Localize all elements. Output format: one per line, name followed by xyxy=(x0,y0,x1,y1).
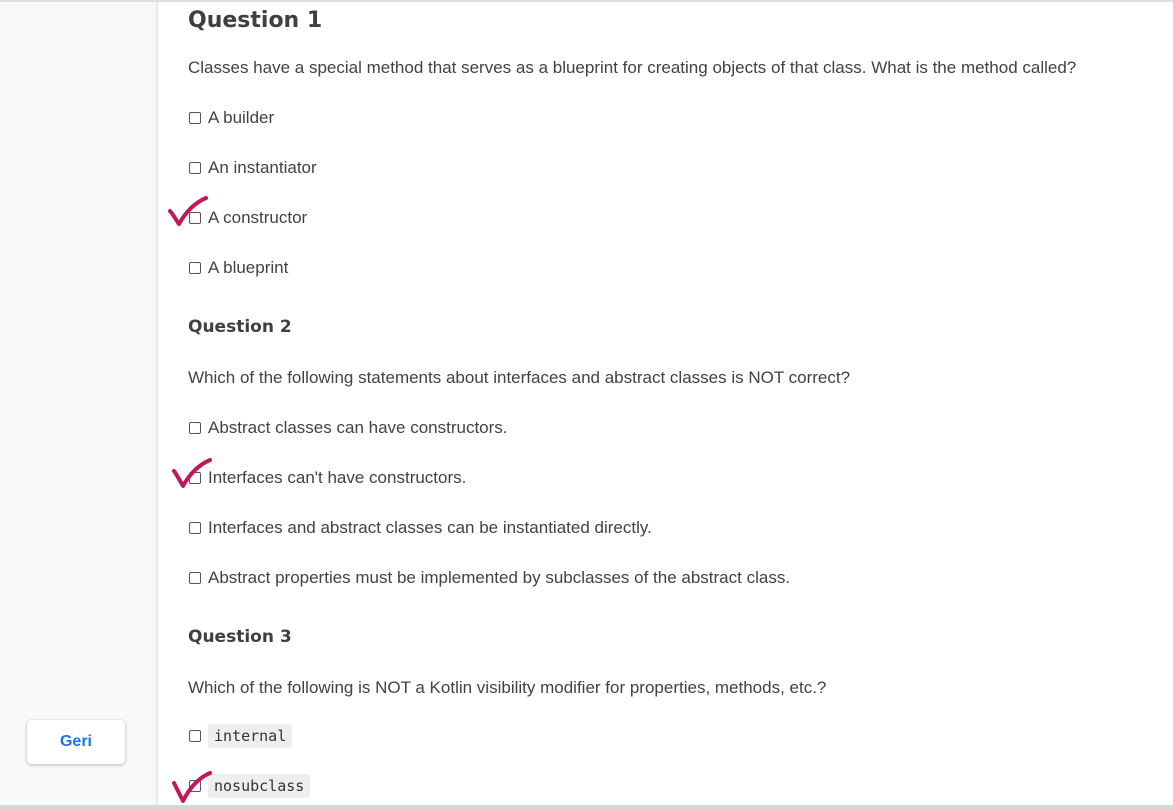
question-2-text: Which of the following statements about … xyxy=(188,368,851,387)
option-code-label: nosubclass xyxy=(208,774,311,798)
option-label: A constructor xyxy=(208,208,308,227)
bottom-border xyxy=(0,805,1173,810)
checkbox-icon[interactable] xyxy=(189,112,201,124)
checkbox-icon[interactable] xyxy=(189,262,201,274)
question-3-option-1[interactable]: internal xyxy=(189,724,293,748)
question-1-option-1[interactable]: A builder xyxy=(189,108,274,128)
option-label: A blueprint xyxy=(208,258,289,277)
checkbox-icon[interactable] xyxy=(189,162,201,174)
checkbox-icon[interactable] xyxy=(189,572,201,584)
question-2-option-4[interactable]: Abstract properties must be implemented … xyxy=(189,568,790,588)
question-2-title: Question 2 xyxy=(188,317,292,337)
option-label: Interfaces can't have constructors. xyxy=(208,468,467,487)
question-3-title: Question 3 xyxy=(188,627,292,647)
check-mark-icon xyxy=(168,196,208,226)
question-1-option-2[interactable]: An instantiator xyxy=(189,158,317,178)
checkbox-icon[interactable] xyxy=(189,422,201,434)
option-label: Abstract properties must be implemented … xyxy=(208,568,791,587)
option-code-label: internal xyxy=(208,724,293,748)
check-mark-icon xyxy=(172,771,212,803)
question-1-title: Question 1 xyxy=(188,8,323,33)
option-label: Abstract classes can have constructors. xyxy=(208,418,508,437)
question-1-text: Classes have a special method that serve… xyxy=(188,58,1077,77)
quiz-content: Question 1 Classes have a special method… xyxy=(157,2,1173,805)
option-label: An instantiator xyxy=(208,158,317,177)
question-3-text: Which of the following is NOT a Kotlin v… xyxy=(188,678,827,697)
question-1-option-4[interactable]: A blueprint xyxy=(189,258,288,278)
checkbox-icon[interactable] xyxy=(189,730,201,742)
back-button[interactable]: Geri xyxy=(27,720,125,764)
checkbox-icon[interactable] xyxy=(189,522,201,534)
question-2-option-1[interactable]: Abstract classes can have constructors. xyxy=(189,418,508,438)
question-2-option-3[interactable]: Interfaces and abstract classes can be i… xyxy=(189,518,652,538)
question-2-option-2[interactable]: Interfaces can't have constructors. xyxy=(189,468,466,488)
check-mark-icon xyxy=(172,458,212,488)
option-label: Interfaces and abstract classes can be i… xyxy=(208,518,652,537)
option-label: A builder xyxy=(208,108,275,127)
